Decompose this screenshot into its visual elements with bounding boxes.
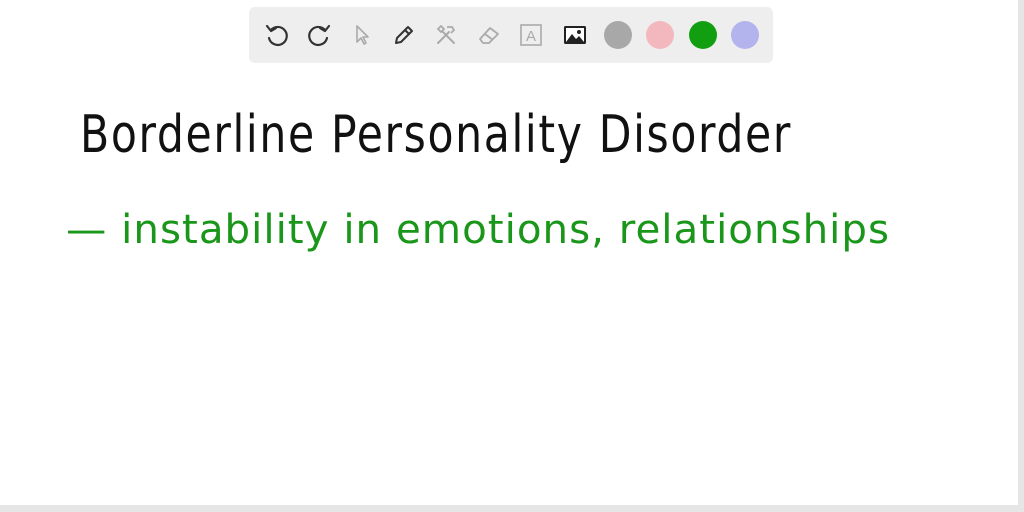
handwritten-bullet: — instability in emotions, relationships: [66, 207, 890, 253]
whiteboard-canvas[interactable]: A Borderline Personality Disorder — inst…: [0, 0, 1024, 512]
horizontal-scrollbar[interactable]: [0, 505, 1024, 512]
handwritten-title: Borderline Personality Disorder: [80, 105, 792, 165]
drawing-surface: Borderline Personality Disorder — instab…: [66, 105, 890, 253]
vertical-scrollbar[interactable]: [1018, 0, 1024, 505]
